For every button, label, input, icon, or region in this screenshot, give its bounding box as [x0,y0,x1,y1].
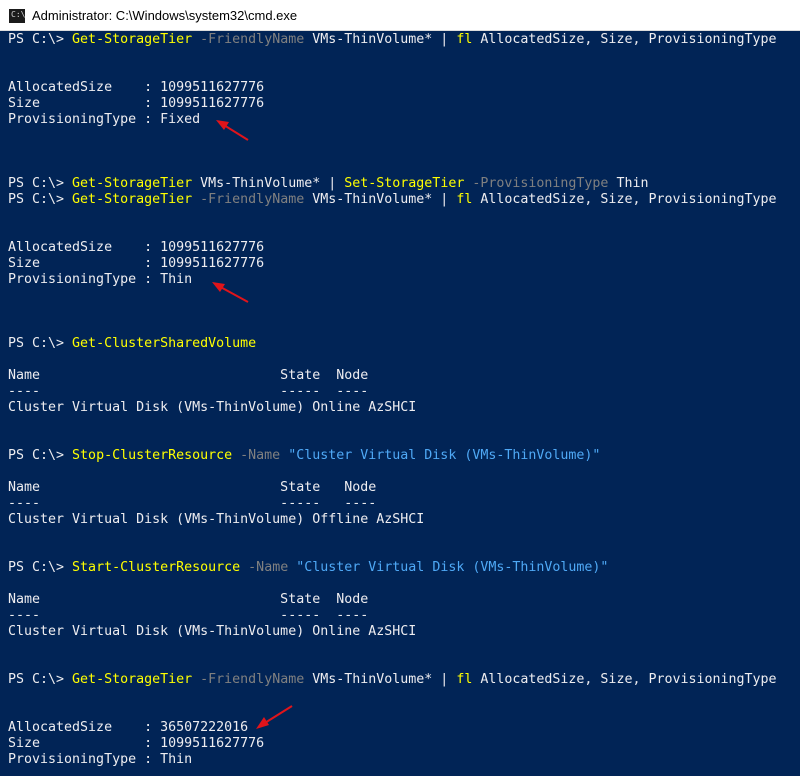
command-line: PS C:\> Get-StorageTier -FriendlyName VM… [8,672,777,688]
alias: fl [456,32,473,47]
annotation-arrow-icon [216,120,249,141]
window-title: Administrator: C:\Windows\system32\cmd.e… [32,8,298,23]
prompt: PS C:\> [8,32,73,47]
output-line: Size : 1099511627776 [8,736,265,751]
argument: VMs-ThinVolume* | [304,672,457,687]
cmd-icon-glyph: C:\ [11,10,26,19]
argument: Thin [608,176,649,191]
prompt: PS C:\> [8,672,73,687]
output-line: Size : 1099511627776 [8,256,265,271]
output-line: AllocatedSize : 1099511627776 [8,80,265,95]
table-row: Cluster Virtual Disk (VMs-ThinVolume) On… [8,400,417,415]
parameter: -FriendlyName [192,672,305,687]
command-line: PS C:\> Get-StorageTier -FriendlyName VM… [8,32,777,48]
prompt: PS C:\> [8,448,73,463]
string-argument: "Cluster Virtual Disk (VMs-ThinVolume)" [288,560,609,575]
cmdlet: Get-StorageTier [72,176,193,191]
cmdlet: Set-StorageTier [344,176,465,191]
table-separator: ---- ----- ---- [8,384,369,399]
argument: VMs-ThinVolume* | [304,192,457,207]
cmdlet: Start-ClusterResource [72,560,241,575]
cmdlet: Get-StorageTier [72,192,193,207]
output-line: Size : 1099511627776 [8,96,265,111]
argument: AllocatedSize, Size, ProvisioningType [472,32,777,47]
prompt: PS C:\> [8,176,73,191]
cmd-window: C:\ Administrator: C:\Windows\system32\c… [0,0,800,776]
table-header: Name State Node [8,368,369,383]
cmdlet: Stop-ClusterResource [72,448,233,463]
command-line: PS C:\> Get-StorageTier -FriendlyName VM… [8,192,777,208]
parameter: -Name [232,448,281,463]
title-bar[interactable]: C:\ Administrator: C:\Windows\system32\c… [0,0,800,31]
parameter: -ProvisioningType [464,176,609,191]
annotation-arrow-icon [256,705,293,729]
argument: VMs-ThinVolume* | [304,32,457,47]
prompt: PS C:\> [8,192,73,207]
command-line: PS C:\> Start-ClusterResource -Name "Clu… [8,560,608,576]
command-line: PS C:\> Get-ClusterSharedVolume [8,336,256,352]
parameter: -Name [240,560,289,575]
parameter: -FriendlyName [192,32,305,47]
command-line: PS C:\> Stop-ClusterResource -Name "Clus… [8,448,600,464]
table-header: Name State Node [8,592,369,607]
cmdlet: Get-StorageTier [72,672,193,687]
table-separator: ---- ----- ---- [8,496,377,511]
console-output[interactable]: PS C:\> Get-StorageTier -FriendlyName VM… [0,31,800,776]
prompt: PS C:\> [8,560,73,575]
argument: AllocatedSize, Size, ProvisioningType [472,672,777,687]
table-header: Name State Node [8,480,377,495]
output-line: AllocatedSize : 36507222016 [8,720,249,735]
parameter: -FriendlyName [192,192,305,207]
output-line: ProvisioningType : Fixed [8,112,201,127]
argument: VMs-ThinVolume* | [192,176,345,191]
argument: AllocatedSize, Size, ProvisioningType [472,192,777,207]
table-separator: ---- ----- ---- [8,608,369,623]
output-line: ProvisioningType : Thin [8,272,193,287]
alias: fl [456,192,473,207]
table-row: Cluster Virtual Disk (VMs-ThinVolume) On… [8,624,417,639]
cmd-icon[interactable]: C:\ [9,9,25,23]
string-argument: "Cluster Virtual Disk (VMs-ThinVolume)" [280,448,601,463]
alias: fl [456,672,473,687]
cmdlet: Get-ClusterSharedVolume [72,336,257,351]
output-line: ProvisioningType : Thin [8,752,193,767]
cmdlet: Get-StorageTier [72,32,193,47]
table-row: Cluster Virtual Disk (VMs-ThinVolume) Of… [8,512,425,527]
annotation-arrow-icon [212,282,249,303]
command-line: PS C:\> Get-StorageTier VMs-ThinVolume* … [8,176,648,192]
output-line: AllocatedSize : 1099511627776 [8,240,265,255]
prompt: PS C:\> [8,336,73,351]
